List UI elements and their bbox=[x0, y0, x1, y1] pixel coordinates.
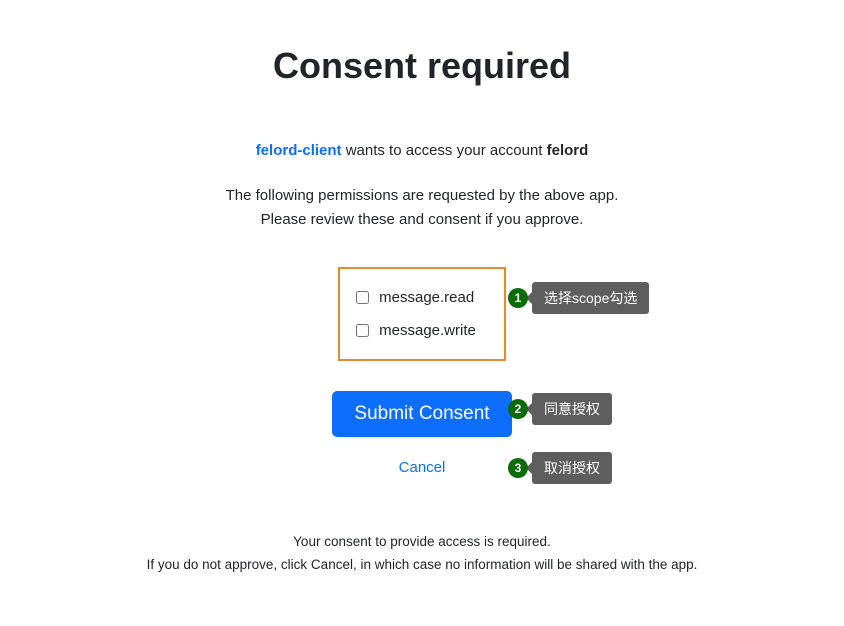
consent-container: Consent required felord-client wants to … bbox=[0, 0, 844, 577]
footer-line1: Your consent to provide access is requir… bbox=[293, 534, 551, 549]
description-line2: Please review these and consent if you a… bbox=[261, 211, 584, 228]
annotation-badge: 1 bbox=[508, 288, 528, 308]
intro-middle: wants to access your account bbox=[342, 142, 547, 159]
scope-checkbox-write[interactable] bbox=[356, 324, 369, 337]
footer-text: Your consent to provide access is requir… bbox=[0, 531, 844, 577]
scope-box: message.read message.write bbox=[338, 267, 506, 361]
scope-label: message.read bbox=[379, 289, 474, 306]
description: The following permissions are requested … bbox=[0, 184, 844, 232]
annotation-1: 1 选择scope勾选 bbox=[508, 282, 649, 314]
annotation-badge: 2 bbox=[508, 399, 528, 419]
annotation-label: 取消授权 bbox=[532, 452, 612, 484]
page-title: Consent required bbox=[0, 45, 844, 87]
client-name-link[interactable]: felord-client bbox=[256, 142, 342, 159]
annotation-label: 同意授权 bbox=[532, 393, 612, 425]
intro-text: felord-client wants to access your accou… bbox=[0, 142, 844, 159]
annotation-badge: 3 bbox=[508, 458, 528, 478]
annotation-label: 选择scope勾选 bbox=[532, 282, 649, 314]
annotation-2: 2 同意授权 bbox=[508, 393, 612, 425]
footer-line2: If you do not approve, click Cancel, in … bbox=[147, 557, 698, 572]
scope-label: message.write bbox=[379, 322, 476, 339]
scope-item[interactable]: message.write bbox=[356, 314, 476, 347]
description-line1: The following permissions are requested … bbox=[226, 187, 619, 204]
scope-checkbox-read[interactable] bbox=[356, 291, 369, 304]
account-name: felord bbox=[547, 142, 589, 159]
annotation-3: 3 取消授权 bbox=[508, 452, 612, 484]
scope-item[interactable]: message.read bbox=[356, 281, 476, 314]
submit-consent-button[interactable]: Submit Consent bbox=[332, 391, 511, 437]
cancel-link[interactable]: Cancel bbox=[399, 459, 446, 476]
